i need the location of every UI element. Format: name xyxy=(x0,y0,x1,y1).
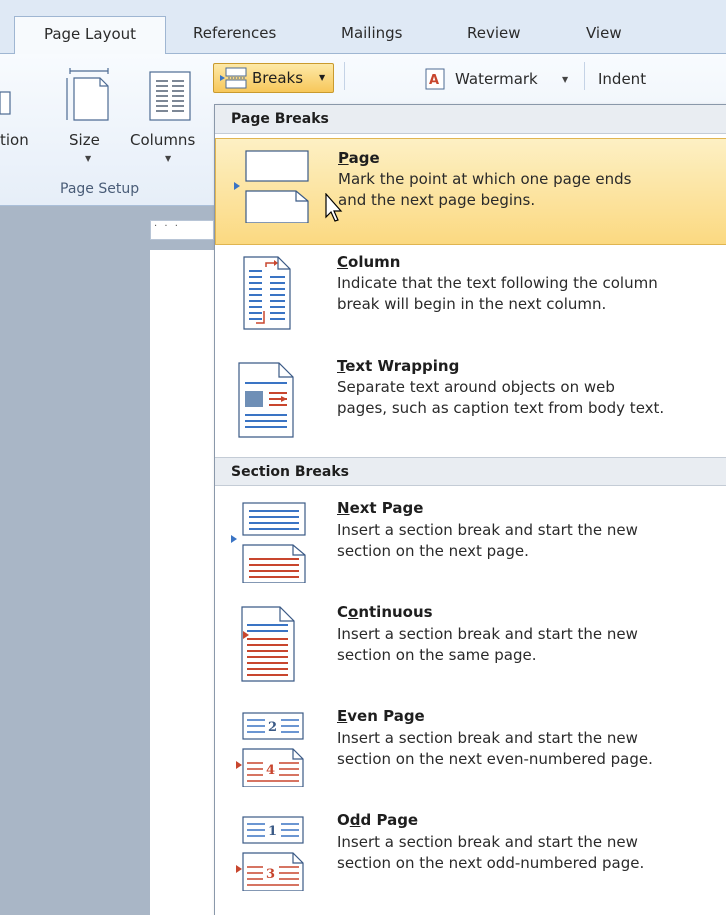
page-break-icon xyxy=(234,150,309,223)
menu-item-title: Page xyxy=(338,149,380,167)
horizontal-ruler[interactable]: · · · xyxy=(150,220,214,240)
continuous-section-icon xyxy=(241,606,295,682)
breaks-menu: Page Breaks Page Mark the point at which… xyxy=(214,104,726,915)
even-page-bottom-number: 4 xyxy=(266,763,275,778)
menu-item-description: section on the next odd-numbered page. xyxy=(337,854,645,872)
page-breaks-header: Page Breaks xyxy=(215,105,726,134)
menu-item-odd-page-section[interactable]: 1 3 Odd Page Insert a section break and … xyxy=(215,801,726,905)
breaks-dropdown-icon: ▼ xyxy=(319,73,326,82)
menu-item-description: section on the same page. xyxy=(337,646,537,664)
tab-references[interactable]: References xyxy=(193,24,276,42)
menu-item-description: Separate text around objects on web xyxy=(337,378,615,396)
columns-button-label[interactable]: Columns xyxy=(130,131,195,149)
menu-item-description: section on the next even-numbered page. xyxy=(337,750,653,768)
watermark-dropdown-icon[interactable]: ▼ xyxy=(562,75,568,84)
watermark-button-label[interactable]: Watermark xyxy=(455,70,538,88)
menu-item-description: Insert a section break and start the new xyxy=(337,625,638,643)
size-button-label[interactable]: Size xyxy=(69,131,100,149)
menu-item-title: Next Page xyxy=(337,499,424,517)
orientation-button-label[interactable]: tion xyxy=(0,131,29,149)
menu-item-description: Insert a section break and start the new xyxy=(337,521,638,539)
tab-page-layout[interactable]: Page Layout xyxy=(14,16,166,55)
mouse-cursor-icon xyxy=(325,193,343,222)
breaks-label: Breaks xyxy=(252,69,304,87)
breaks-icon xyxy=(220,67,247,89)
odd-page-section-icon: 1 3 xyxy=(236,816,304,891)
breaks-button[interactable]: Breaks ▼ xyxy=(213,63,334,93)
menu-item-title: Continuous xyxy=(337,603,433,621)
tab-mailings[interactable]: Mailings xyxy=(341,24,402,42)
ribbon-separator xyxy=(584,62,585,90)
menu-item-description: Indicate that the text following the col… xyxy=(337,274,658,292)
menu-item-description: and the next page begins. xyxy=(338,191,536,209)
even-page-section-icon: 2 4 xyxy=(236,712,304,787)
menu-item-title: Even Page xyxy=(337,707,425,725)
menu-item-page-break[interactable]: Page Mark the point at which one page en… xyxy=(215,138,726,245)
odd-page-bottom-number: 3 xyxy=(266,867,275,882)
menu-item-description: section on the next page. xyxy=(337,542,529,560)
menu-item-even-page-section[interactable]: 2 4 Even Page Insert a section break and… xyxy=(215,697,726,801)
columns-icon[interactable] xyxy=(149,71,191,121)
orientation-icon[interactable] xyxy=(0,80,14,124)
column-break-icon xyxy=(243,256,291,330)
menu-item-title: Column xyxy=(337,253,401,271)
section-breaks-header: Section Breaks xyxy=(215,457,726,486)
indent-label: Indent xyxy=(598,70,647,88)
next-page-section-icon xyxy=(231,502,306,583)
menu-item-next-page-section[interactable]: Next Page Insert a section break and sta… xyxy=(215,489,726,593)
tab-review[interactable]: Review xyxy=(467,24,521,42)
menu-item-description: Insert a section break and start the new xyxy=(337,833,638,851)
menu-item-description: pages, such as caption text from body te… xyxy=(337,399,665,417)
menu-item-description: Insert a section break and start the new xyxy=(337,729,638,747)
ribbon-separator xyxy=(344,62,345,90)
menu-item-title: Text Wrapping xyxy=(337,357,460,375)
menu-item-title: Odd Page xyxy=(337,811,419,829)
odd-page-top-number: 1 xyxy=(268,824,277,839)
menu-item-description: Mark the point at which one page ends xyxy=(338,170,632,188)
text-wrapping-icon xyxy=(238,362,294,438)
columns-dropdown-icon[interactable]: ▼ xyxy=(165,154,171,163)
menu-item-description: break will begin in the next column. xyxy=(337,295,607,313)
page-setup-group-title: Page Setup xyxy=(60,181,140,197)
menu-item-column-break[interactable]: Column Indicate that the text following … xyxy=(215,245,726,349)
menu-item-continuous-section[interactable]: Continuous Insert a section break and st… xyxy=(215,593,726,697)
size-icon[interactable] xyxy=(64,68,114,124)
menu-item-text-wrapping-break[interactable]: Text Wrapping Separate text around objec… xyxy=(215,349,726,453)
watermark-icon[interactable]: A xyxy=(425,68,445,90)
svg-text:A: A xyxy=(429,73,439,88)
even-page-top-number: 2 xyxy=(268,720,277,735)
size-dropdown-icon[interactable]: ▼ xyxy=(85,154,91,163)
ribbon-tab-bar: Page Layout References Mailings Review V… xyxy=(0,0,726,55)
tab-view[interactable]: View xyxy=(586,24,622,42)
